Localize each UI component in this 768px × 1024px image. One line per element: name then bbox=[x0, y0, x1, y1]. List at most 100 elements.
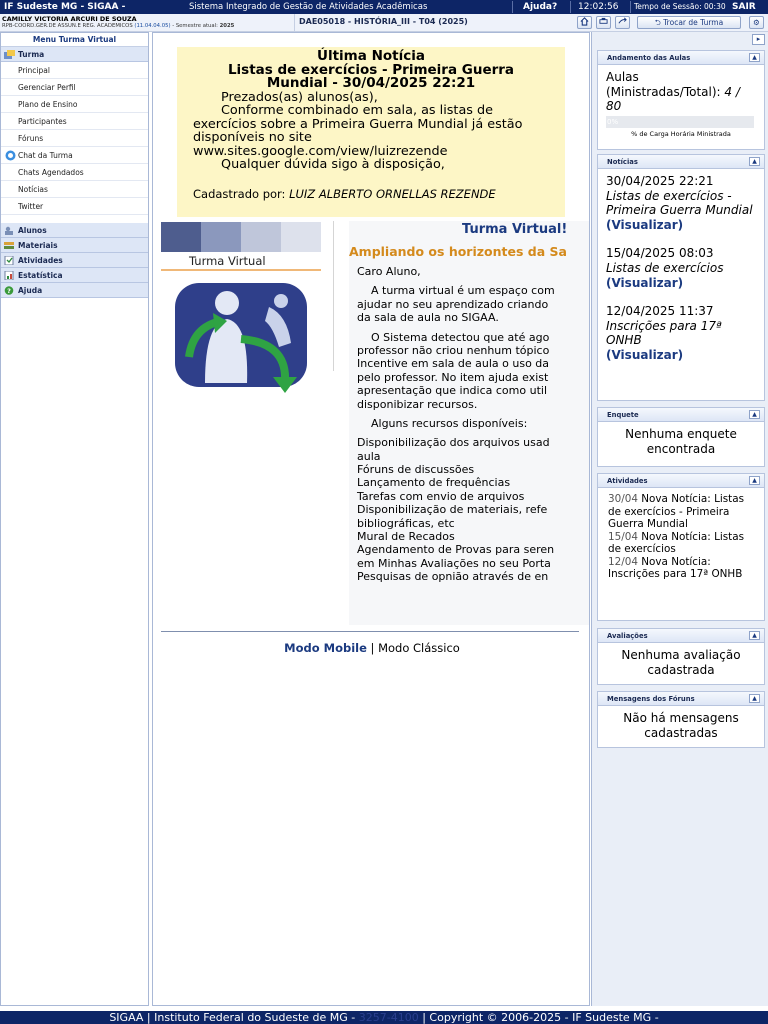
panel-header: Enquete ▲ bbox=[598, 408, 764, 422]
forum-messages-panel: Mensagens dos Fóruns ▲ Não há mensagens c… bbox=[597, 691, 765, 748]
news-date: 30/04/2025 22:21 bbox=[606, 174, 714, 188]
svg-text:?: ? bbox=[7, 287, 11, 295]
news-closing: Qualquer dúvida sigo à disposição, bbox=[221, 157, 445, 172]
collapse-panel-button[interactable]: ▲ bbox=[749, 694, 760, 703]
view-news-link[interactable]: (Visualizar) bbox=[606, 276, 756, 291]
progress-caption: % de Carga Horária Ministrada bbox=[631, 129, 731, 138]
menu-item-chats-agendados[interactable]: Chats Agendados bbox=[1, 164, 148, 181]
progress-bar: 0% bbox=[606, 115, 754, 128]
menu-section-label: Estatística bbox=[18, 271, 63, 280]
news-author-line: Cadastrado por: LUIZ ALBERTO ORNELLAS RE… bbox=[177, 186, 565, 202]
logo-underline bbox=[161, 269, 321, 271]
share-button[interactable] bbox=[615, 16, 630, 29]
menu-item-chat[interactable]: Chat da Turma bbox=[1, 147, 148, 164]
logo-tile bbox=[161, 222, 201, 252]
view-news-link[interactable]: (Visualizar) bbox=[606, 218, 756, 233]
news-date: 15/04/2025 08:03 bbox=[606, 246, 714, 261]
menu-item-principal[interactable]: Principal bbox=[1, 62, 148, 79]
mode-separator: | bbox=[370, 641, 375, 655]
collapse-panel-button[interactable]: ▲ bbox=[749, 53, 760, 62]
home-icon bbox=[580, 17, 589, 26]
panel-title: Mensagens dos Fóruns bbox=[607, 695, 695, 703]
poll-panel: Enquete ▲ Nenhuma enquete encontrada bbox=[597, 407, 765, 467]
menu-item-gerenciar-perfil[interactable]: Gerenciar Perfil bbox=[1, 79, 148, 96]
logout-link[interactable]: SAIR bbox=[732, 0, 756, 14]
gear-icon: ⚙ bbox=[753, 18, 760, 27]
welcome-line: bibliográficas, etc bbox=[357, 516, 455, 530]
welcome-line: Tarefas com envio de arquivos bbox=[357, 489, 525, 503]
welcome-line: apresentação que indica como util bbox=[357, 384, 547, 398]
logo-tile bbox=[241, 222, 281, 252]
menu-section-label: Turma bbox=[18, 50, 45, 59]
welcome-subtitle: Ampliando os horizontes da Sa bbox=[349, 244, 567, 259]
welcome-line: Lançamento de frequências bbox=[357, 476, 511, 490]
menu-item-plano-de-ensino[interactable]: Plano de Ensino bbox=[1, 96, 148, 113]
welcome-body: Caro Aluno, A turma virtual é um espaço … bbox=[357, 265, 555, 584]
activity-date: 30/04 bbox=[608, 493, 638, 505]
logo-tile bbox=[281, 222, 321, 252]
panel-body: Aulas (Ministradas/Total): 4 / 80 0% % d… bbox=[598, 65, 764, 144]
panel-title: Enquete bbox=[607, 411, 639, 419]
collapse-button[interactable]: ▸ bbox=[752, 34, 765, 45]
menu-section-label: Materiais bbox=[18, 241, 58, 250]
collapse-panel-button[interactable]: ▲ bbox=[749, 157, 760, 166]
print-button[interactable] bbox=[596, 16, 611, 29]
app-subtitle: Sistema Integrado de Gestão de Atividade… bbox=[189, 2, 428, 12]
news-item: 30/04/2025 22:21 Listas de exercícios - … bbox=[606, 174, 756, 232]
switch-class-button[interactable]: ⮌ Trocar de Turma bbox=[637, 16, 741, 29]
app-brand[interactable]: IF Sudeste MG - SIGAA - bbox=[4, 0, 125, 14]
forum-empty-text: Não há mensagens cadastradas bbox=[623, 711, 739, 740]
welcome-line: aula bbox=[357, 449, 381, 463]
mobile-mode-link[interactable]: Modo Mobile bbox=[284, 641, 367, 655]
home-button[interactable] bbox=[577, 16, 592, 29]
menu-section-estatistica[interactable]: Estatística bbox=[1, 268, 148, 283]
menu-section-atividades[interactable]: Atividades bbox=[1, 253, 148, 268]
progress-percent: 0% bbox=[607, 117, 619, 126]
help-link[interactable]: Ajuda? bbox=[523, 0, 557, 14]
main-content: Última Notícia Listas de exercícios - Pr… bbox=[152, 32, 590, 1006]
welcome-line: Mural de Recados bbox=[357, 530, 455, 544]
welcome-line: Disponibilização de materiais, refe bbox=[357, 503, 548, 517]
logo-tile bbox=[201, 222, 241, 252]
activity-date: 12/04 bbox=[608, 555, 638, 568]
welcome-line: em Minhas Avaliações no seu Porta bbox=[357, 556, 551, 570]
welcome-line: Disponibilização dos arquivos usad bbox=[357, 436, 550, 450]
settings-button[interactable]: ⚙ bbox=[749, 16, 764, 29]
left-menu: Menu Turma Virtual Turma Principal Geren… bbox=[0, 32, 149, 1006]
menu-title: Menu Turma Virtual bbox=[1, 33, 148, 47]
news-author: LUIZ ALBERTO ORNELLAS REZENDE bbox=[289, 186, 496, 201]
welcome-line: pelo professor. No item ajuda exist bbox=[357, 370, 549, 384]
panel-body: 30/04 Nova Notícia: Listas de exercícios… bbox=[598, 488, 764, 586]
menu-item-foruns[interactable]: Fóruns bbox=[1, 130, 148, 147]
materials-icon bbox=[4, 242, 14, 249]
collapse-panel-button[interactable]: ▲ bbox=[749, 476, 760, 485]
menu-section-turma[interactable]: Turma bbox=[1, 47, 148, 62]
divider bbox=[570, 1, 571, 13]
welcome-panel: Turma Virtual Turma Virtual! Ampliando o… bbox=[161, 221, 589, 631]
unit-code: (11.04.04.05) bbox=[134, 23, 171, 29]
classic-mode-link[interactable]: Modo Clássico bbox=[378, 641, 460, 655]
menu-item-twitter[interactable]: Twitter bbox=[1, 198, 148, 215]
collapse-panel-button[interactable]: ▲ bbox=[749, 410, 760, 419]
course-title: DAE05018 - HISTÓRIA_III - T04 (2025) bbox=[299, 17, 468, 26]
divider bbox=[161, 631, 579, 632]
lessons-text: Aulas (Ministradas/Total): 4 / 80 bbox=[606, 70, 756, 114]
menu-item-noticias[interactable]: Notícias bbox=[1, 181, 148, 198]
menu-section-ajuda[interactable]: ? Ajuda bbox=[1, 283, 148, 298]
evaluations-panel: Avaliações ▲ Nenhuma avaliação cadastrada bbox=[597, 628, 765, 685]
news-item-title: Listas de exercícios - Primeira Guerra M… bbox=[606, 188, 753, 218]
welcome-line: ajudar no seu aprendizado criando bbox=[357, 297, 549, 311]
collapse-panel-button[interactable]: ▲ bbox=[749, 631, 760, 640]
footer: SIGAA | Instituto Federal do Sudeste de … bbox=[0, 1011, 768, 1024]
virtual-class-illustration bbox=[175, 283, 307, 393]
back-arrow-icon: ⮌ bbox=[654, 18, 661, 27]
welcome-line: Alguns recursos disponíveis: bbox=[357, 416, 528, 430]
session-timer: Tempo de Sessão: 00:30 bbox=[634, 2, 726, 11]
welcome-line: disponibizar recursos. bbox=[357, 397, 478, 411]
menu-section-materiais[interactable]: Materiais bbox=[1, 238, 148, 253]
menu-item-participantes[interactable]: Participantes bbox=[1, 113, 148, 130]
view-news-link[interactable]: (Visualizar) bbox=[606, 348, 756, 363]
menu-section-alunos[interactable]: Alunos bbox=[1, 223, 148, 238]
menu-item-label: Chat da Turma bbox=[18, 151, 73, 160]
